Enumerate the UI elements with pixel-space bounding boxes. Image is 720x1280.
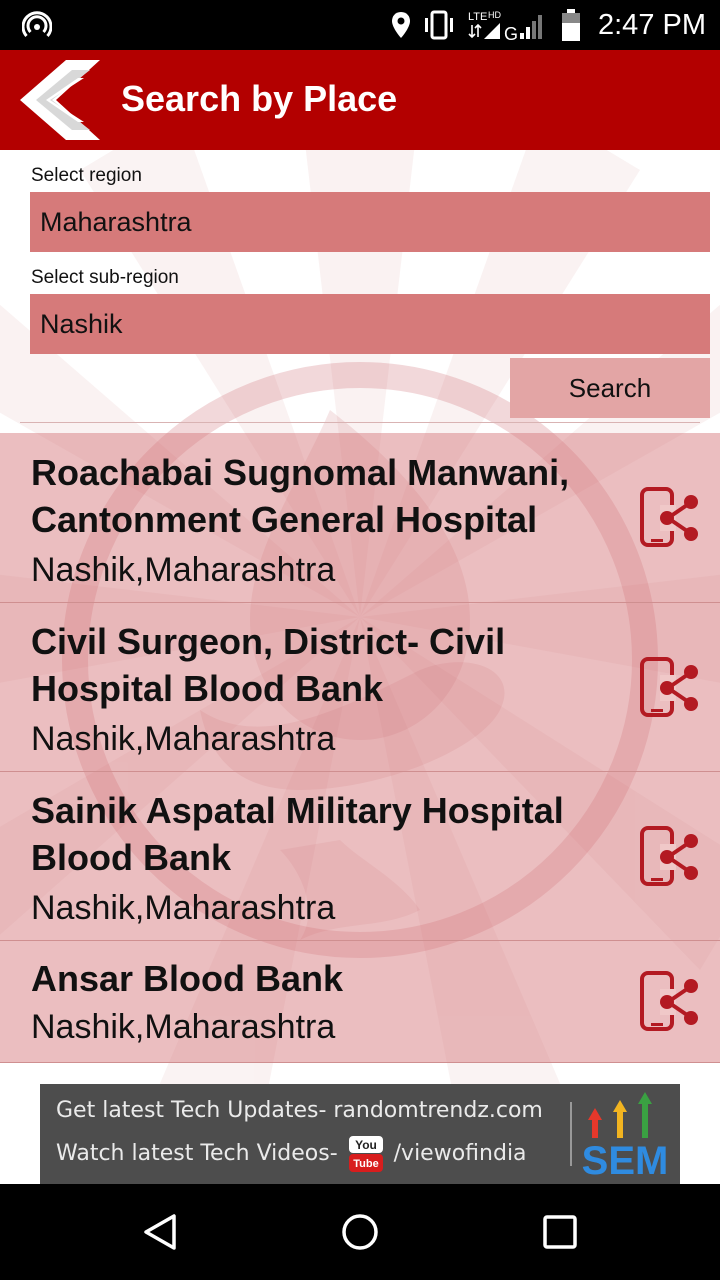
ad-line-1: Get latest Tech Updates- randomtrendz.co…	[56, 1098, 543, 1123]
hd-label: HD	[488, 10, 501, 20]
location-icon	[392, 12, 410, 38]
navigation-bar	[0, 1184, 720, 1280]
status-bar: LTE HD G 2:47 PM	[0, 0, 720, 50]
lte-label: LTE	[468, 11, 487, 23]
share-icon[interactable]	[638, 824, 704, 888]
result-name: Roachabai Sugnomal Manwani, Cantonment G…	[31, 452, 570, 540]
ad-line-2-suffix: /viewofindia	[393, 1141, 527, 1166]
result-name: Ansar Blood Bank	[31, 958, 344, 999]
sem-brand-text: SEM	[582, 1139, 669, 1180]
result-item[interactable]: Ansar Blood Bank Nashik,Maharashtra	[0, 941, 720, 1063]
subregion-select[interactable]: Nashik	[30, 294, 710, 354]
share-icon[interactable]	[638, 485, 704, 549]
search-button[interactable]: Search	[510, 358, 710, 418]
back-arrow-icon[interactable]	[16, 58, 104, 142]
vibrate-icon	[425, 10, 453, 40]
back-triangle-icon[interactable]	[136, 1208, 184, 1256]
sem-logo: SEM	[582, 1092, 669, 1180]
result-item[interactable]: Sainik Aspatal Military Hospital Blood B…	[0, 772, 720, 941]
result-item[interactable]: Civil Surgeon, District- Civil Hospital …	[0, 603, 720, 772]
share-icon[interactable]	[638, 969, 704, 1033]
ad-line-2-prefix: Watch latest Tech Videos-	[56, 1141, 338, 1166]
home-circle-icon[interactable]	[336, 1208, 384, 1256]
subregion-label: Select sub-region	[31, 267, 179, 288]
result-name: Sainik Aspatal Military Hospital Blood B…	[31, 790, 564, 878]
region-select[interactable]: Maharashtra	[30, 192, 710, 252]
yt-top-text: You	[355, 1138, 377, 1152]
content-area: Select region Maharashtra Select sub-reg…	[0, 150, 720, 1084]
region-label: Select region	[31, 165, 142, 186]
page-title: Search by Place	[121, 78, 398, 119]
recents-square-icon[interactable]	[536, 1208, 584, 1256]
result-item[interactable]: Roachabai Sugnomal Manwani, Cantonment G…	[0, 433, 720, 603]
result-place: Nashik,Maharashtra	[31, 889, 336, 927]
yt-bottom-text: Tube	[353, 1158, 378, 1170]
divider	[20, 422, 700, 423]
result-name: Civil Surgeon, District- Civil Hospital …	[31, 621, 506, 709]
ad-banner[interactable]: Get latest Tech Updates- randomtrendz.co…	[40, 1084, 680, 1184]
signal-icon: LTE HD G	[468, 10, 542, 43]
share-icon[interactable]	[638, 655, 704, 719]
result-place: Nashik,Maharashtra	[31, 1008, 336, 1046]
app-bar: Search by Place	[0, 50, 720, 150]
youtube-icon: You Tube	[348, 1136, 383, 1172]
battery-icon	[562, 9, 580, 41]
hotspot-icon	[22, 11, 52, 37]
result-place: Nashik,Maharashtra	[31, 551, 336, 589]
status-time: 2:47 PM	[598, 8, 706, 41]
ad-separator	[570, 1102, 572, 1166]
g-label: G	[504, 24, 518, 43]
results-list: Roachabai Sugnomal Manwani, Cantonment G…	[0, 433, 720, 1063]
result-place: Nashik,Maharashtra	[31, 720, 336, 758]
ad-line-2: Watch latest Tech Videos- You Tube /view…	[56, 1134, 527, 1174]
